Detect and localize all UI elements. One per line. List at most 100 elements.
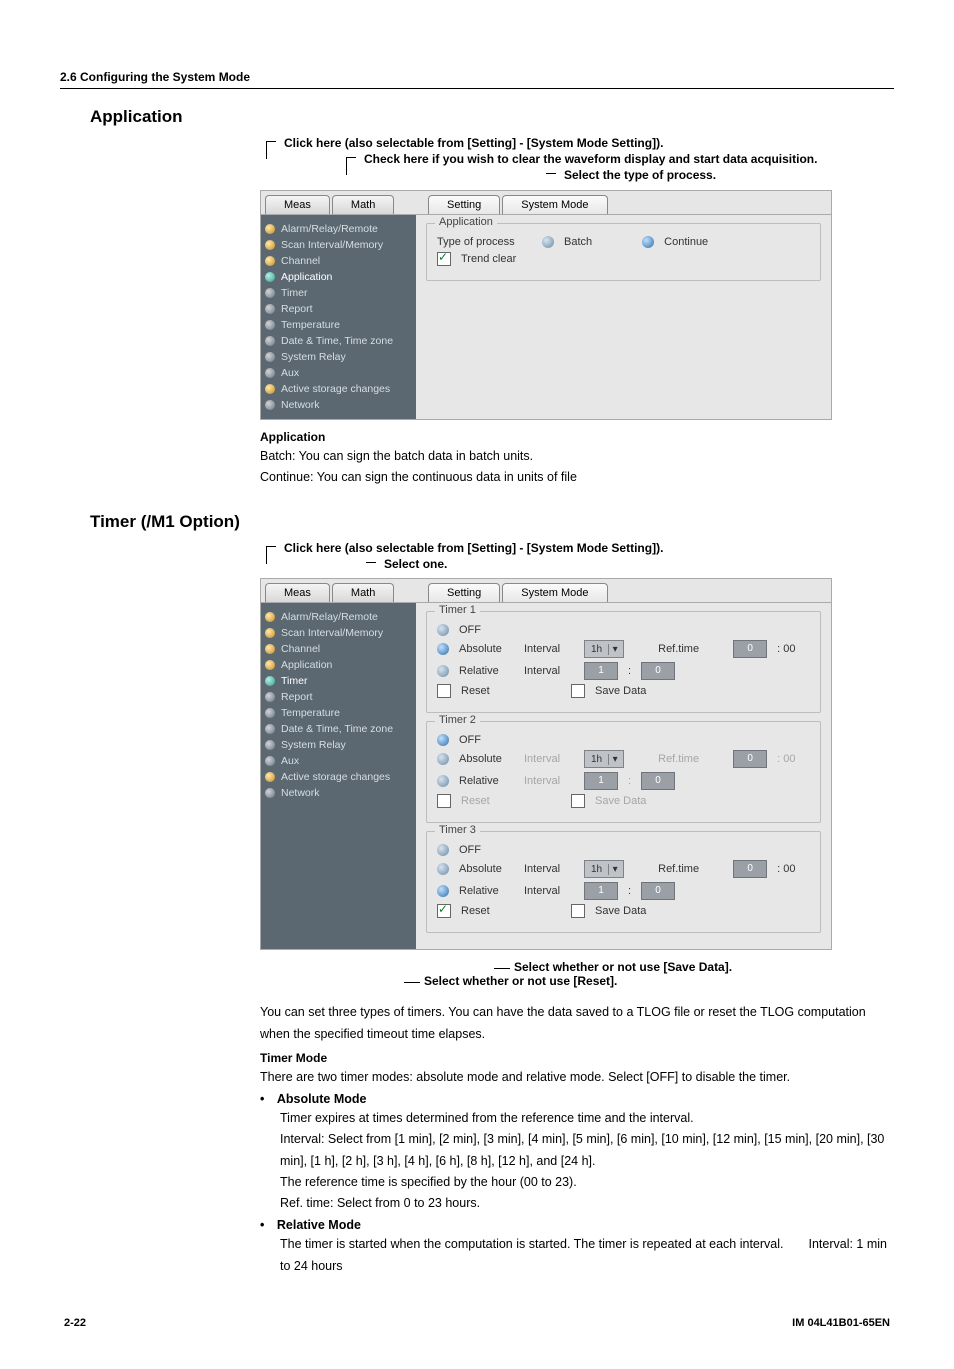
chk-save-data[interactable] [571,684,585,698]
dot-icon [265,644,275,654]
rel-hour-field[interactable]: 1 [584,882,618,900]
nav-aux[interactable]: Aux [261,365,416,381]
doc-id: IM 04L41B01-65EN [792,1317,890,1329]
nav-channel-2[interactable]: Channel [261,641,416,657]
dot-icon [265,272,275,282]
tab-system-mode[interactable]: System Mode [502,195,607,214]
application-batch-desc: Batch: You can sign the batch data in ba… [260,446,894,467]
rel-hour-field[interactable]: 1 [584,772,618,790]
radio-off[interactable] [437,734,449,746]
dot-icon [265,772,275,782]
timer-group-3: Timer 3OFFAbsoluteInterval1h▾Ref.time0: … [426,831,821,933]
chk-trend-clear[interactable] [437,252,451,266]
timer-group-title: Timer 1 [435,604,480,616]
reftime-field[interactable]: 0 [733,640,767,658]
interval-dropdown[interactable]: 1h▾ [584,640,624,658]
chk-reset[interactable] [437,684,451,698]
nav-network-2[interactable]: Network [261,785,416,801]
timer-desc: You can set three types of timers. You c… [260,1002,894,1045]
nav-scan[interactable]: Scan Interval/Memory [261,237,416,253]
nav-report[interactable]: Report [261,301,416,317]
chk-reset[interactable] [437,904,451,918]
nav-temperature[interactable]: Temperature [261,317,416,333]
section-header: 2.6 Configuring the System Mode [60,70,894,89]
timer-mode-heading: Timer Mode [260,1051,894,1065]
radio-off[interactable] [437,844,449,856]
nav-system-relay[interactable]: System Relay [261,349,416,365]
absolute-mode-p1: Timer expires at times determined from t… [280,1108,894,1129]
chevron-down-icon: ▾ [608,644,621,655]
nav-aux-2[interactable]: Aux [261,753,416,769]
caption-process-click: Click here (also selectable from [Settin… [284,135,663,151]
dot-icon [265,336,275,346]
nav-alarm-2[interactable]: Alarm/Relay/Remote [261,609,416,625]
reftime-field[interactable]: 0 [733,860,767,878]
nav-system-relay-2[interactable]: System Relay [261,737,416,753]
chk-save-data[interactable] [571,794,585,808]
chevron-down-icon: ▾ [608,754,621,765]
nav-datetime[interactable]: Date & Time, Time zone [261,333,416,349]
rel-min-field[interactable]: 0 [641,772,675,790]
nav-scan-2[interactable]: Scan Interval/Memory [261,625,416,641]
radio-absolute[interactable] [437,643,449,655]
relative-mode-p1: The timer is started when the computatio… [280,1234,894,1277]
nav-datetime-2[interactable]: Date & Time, Time zone [261,721,416,737]
interval-dropdown[interactable]: 1h▾ [584,750,624,768]
radio-relative[interactable] [437,885,449,897]
dot-icon [265,628,275,638]
application-subhead: Application [260,430,894,444]
tab-system-mode-2[interactable]: System Mode [502,583,607,602]
absolute-mode-p3: The reference time is specified by the h… [280,1172,894,1193]
dot-icon [265,788,275,798]
dot-icon [265,304,275,314]
tab-setting-2[interactable]: Setting [428,583,500,602]
nav-application[interactable]: Application [261,269,416,285]
tab-math-2[interactable]: Math [332,583,394,602]
dot-icon [265,224,275,234]
timer-screenshot: Meas Math Setting System Mode Alarm/Rela… [260,578,832,950]
nav-temperature-2[interactable]: Temperature [261,705,416,721]
nav-alarm[interactable]: Alarm/Relay/Remote [261,221,416,237]
radio-off[interactable] [437,624,449,636]
timer-caption-click: Click here (also selectable from [Settin… [284,540,663,556]
dot-icon [265,368,275,378]
timer-heading: Timer (/M1 Option) [90,512,894,532]
dot-icon [265,692,275,702]
tab-setting[interactable]: Setting [428,195,500,214]
tab-meas-2[interactable]: Meas [265,583,330,602]
note-reset: Select whether or not use [Reset]. [424,974,617,988]
timer-mode-desc: There are two timer modes: absolute mode… [260,1067,894,1088]
radio-absolute[interactable] [437,863,449,875]
application-screenshot: Meas Math Setting System Mode Alarm/Rela… [260,190,832,420]
nav-channel[interactable]: Channel [261,253,416,269]
timer-group-1: Timer 1OFFAbsoluteInterval1h▾Ref.time0: … [426,611,821,713]
dot-icon [265,320,275,330]
dot-icon [265,612,275,622]
chk-reset[interactable] [437,794,451,808]
nav-active-storage[interactable]: Active storage changes [261,381,416,397]
page-number: 2-22 [64,1317,86,1329]
nav-timer-2[interactable]: Timer [261,673,416,689]
rel-min-field[interactable]: 0 [641,882,675,900]
nav-active-storage-2[interactable]: Active storage changes [261,769,416,785]
chk-save-data[interactable] [571,904,585,918]
dot-icon [265,400,275,410]
dot-icon [265,756,275,766]
interval-dropdown[interactable]: 1h▾ [584,860,624,878]
dot-icon [265,740,275,750]
nav-network[interactable]: Network [261,397,416,413]
radio-continue[interactable] [642,236,654,248]
radio-batch[interactable] [542,236,554,248]
rel-hour-field[interactable]: 1 [584,662,618,680]
radio-relative[interactable] [437,775,449,787]
reftime-field[interactable]: 0 [733,750,767,768]
nav-application-2[interactable]: Application [261,657,416,673]
rel-min-field[interactable]: 0 [641,662,675,680]
radio-relative[interactable] [437,665,449,677]
tab-math[interactable]: Math [332,195,394,214]
radio-absolute[interactable] [437,753,449,765]
nav-timer[interactable]: Timer [261,285,416,301]
dot-icon [265,676,275,686]
tab-meas[interactable]: Meas [265,195,330,214]
nav-report-2[interactable]: Report [261,689,416,705]
